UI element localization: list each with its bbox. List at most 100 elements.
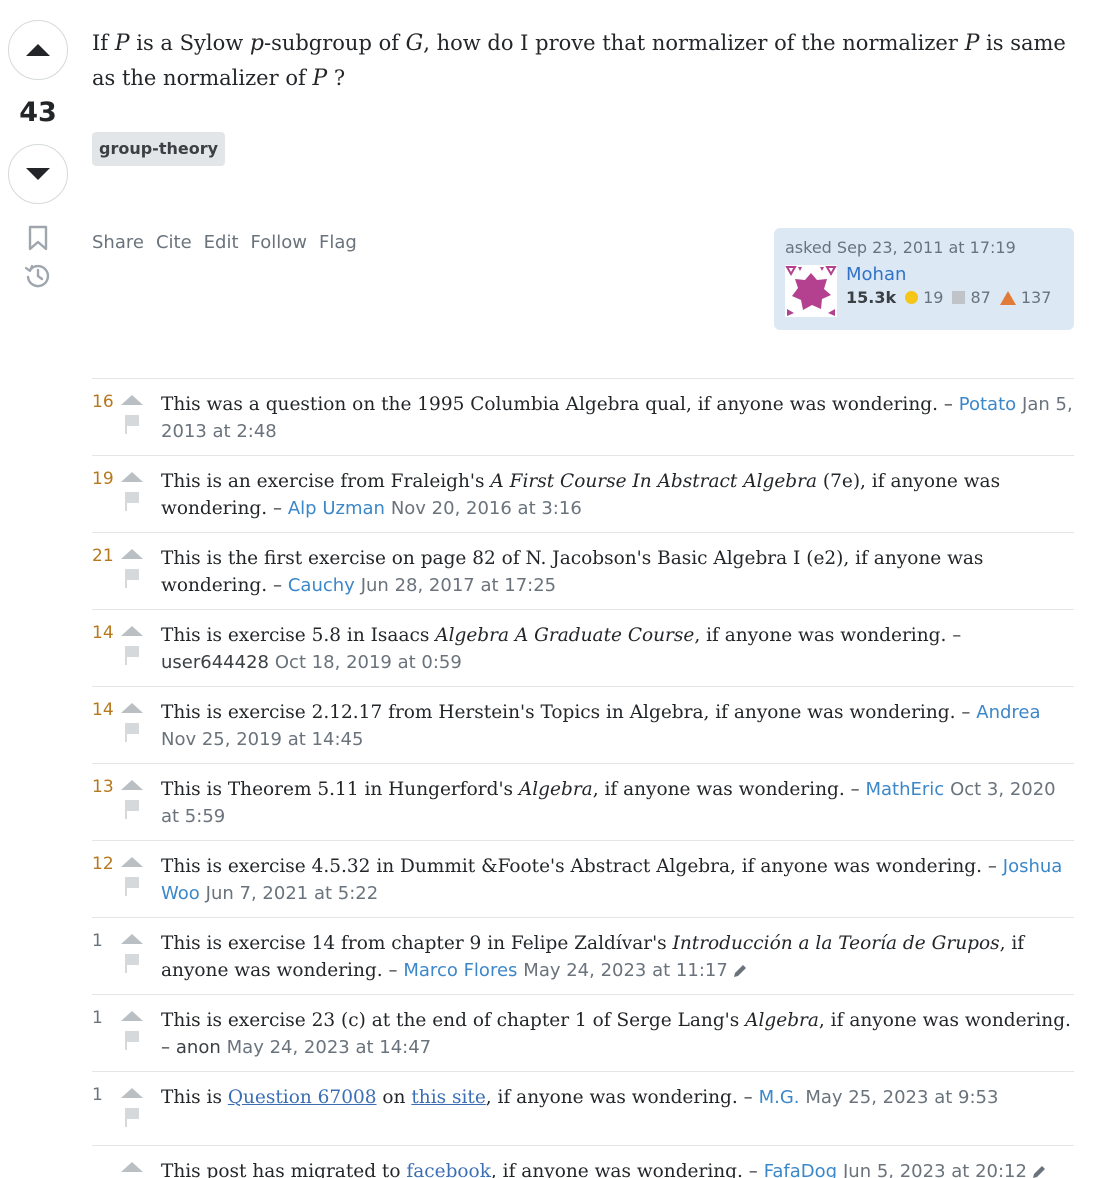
- facebook-link[interactable]: facebook: [406, 1161, 491, 1178]
- comment-body: This is Theorem 5.11 in Hungerford's Alg…: [161, 779, 1056, 827]
- user-reputation: 15.3k 19 87 137: [846, 288, 1051, 307]
- comment-item: 19 This is an exercise from Fraleigh's A…: [92, 456, 1074, 533]
- comment-date[interactable]: Jun 7, 2021 at 5:22: [206, 883, 379, 904]
- flag-icon[interactable]: [123, 568, 141, 588]
- comment-date[interactable]: Oct 18, 2019 at 0:59: [275, 652, 462, 673]
- comment-upvote-icon[interactable]: [120, 471, 144, 483]
- comment-item: 21 This is the first exercise on page 82…: [92, 533, 1074, 610]
- question-body: If P is a Sylow p-subgroup of G, how do …: [92, 26, 1074, 96]
- comment-user[interactable]: Alp Uzman: [288, 498, 385, 519]
- comment-user: anon: [175, 1037, 221, 1058]
- comment-user: user644428: [161, 652, 269, 673]
- bronze-badge-icon: [999, 290, 1016, 305]
- history-icon: [24, 264, 50, 288]
- comment-body: This is exercise 2.12.17 from Herstein's…: [161, 702, 1041, 750]
- flag-icon[interactable]: [123, 953, 141, 973]
- comment-score: 1: [92, 1085, 103, 1105]
- comment-date[interactable]: Nov 25, 2019 at 14:45: [161, 729, 363, 750]
- comment-date[interactable]: May 24, 2023 at 14:47: [227, 1037, 432, 1058]
- comment-user[interactable]: FafaDog: [764, 1161, 837, 1178]
- comment-upvote-icon[interactable]: [120, 1087, 144, 1099]
- comment-upvote-icon[interactable]: [120, 779, 144, 791]
- comment-user[interactable]: Andrea: [976, 702, 1040, 723]
- comment-date[interactable]: Jun 5, 2023 at 20:12: [843, 1161, 1027, 1178]
- comment-body: This is Question 67008 on this site, if …: [161, 1087, 999, 1108]
- comment-score: 14: [92, 700, 114, 720]
- comment-date[interactable]: Nov 20, 2016 at 3:16: [391, 498, 582, 519]
- flag-link[interactable]: Flag: [319, 232, 357, 253]
- flag-icon[interactable]: [123, 876, 141, 896]
- comment-body: This is exercise 14 from chapter 9 in Fe…: [161, 933, 1025, 981]
- comment-upvote-icon[interactable]: [120, 1161, 144, 1173]
- comment-upvote-icon[interactable]: [120, 625, 144, 637]
- share-link[interactable]: Share: [92, 232, 144, 253]
- vote-column: 43: [8, 20, 68, 292]
- comment-upvote-icon[interactable]: [120, 548, 144, 560]
- arrow-up-icon: [26, 44, 50, 56]
- follow-link[interactable]: Follow: [251, 232, 307, 253]
- comment-item: 13 This is Theorem 5.11 in Hungerford's …: [92, 764, 1074, 841]
- comment-date[interactable]: May 25, 2023 at 9:53: [805, 1087, 998, 1108]
- comment-score: 12: [92, 854, 114, 874]
- flag-icon[interactable]: [123, 1030, 141, 1050]
- comment-upvote-icon[interactable]: [120, 702, 144, 714]
- edit-link[interactable]: Edit: [204, 232, 239, 253]
- edited-pencil-icon[interactable]: [1031, 1164, 1047, 1178]
- comment-date[interactable]: May 24, 2023 at 11:17: [523, 960, 728, 981]
- comment-user[interactable]: Potato: [959, 394, 1016, 415]
- comment-date[interactable]: Jun 28, 2017 at 17:25: [361, 575, 556, 596]
- comment-score: 21: [92, 546, 114, 566]
- timeline-button[interactable]: [22, 260, 54, 292]
- flag-icon[interactable]: [123, 414, 141, 434]
- cite-link[interactable]: Cite: [156, 232, 192, 253]
- downvote-button[interactable]: [8, 144, 68, 204]
- comment-score: 19: [92, 469, 114, 489]
- comment-body: This is exercise 5.8 in Isaacs Algebra A…: [161, 625, 962, 673]
- comment-item: 16 This was a question on the 1995 Colum…: [92, 379, 1074, 456]
- comment-text: This is exercise 4.5.32 in Dummit &Foote…: [161, 856, 982, 877]
- bronze-badge-count: 137: [1020, 288, 1052, 307]
- comment-score: [92, 1158, 118, 1178]
- comment-body: This is exercise 4.5.32 in Dummit &Foote…: [161, 856, 1063, 904]
- question-link[interactable]: Question 67008: [228, 1087, 377, 1108]
- upvote-button[interactable]: [8, 20, 68, 80]
- avatar[interactable]: [785, 265, 837, 317]
- reputation-score: 15.3k: [846, 288, 897, 307]
- asked-timestamp[interactable]: asked Sep 23, 2011 at 17:19: [785, 237, 1063, 259]
- comment-user[interactable]: Cauchy: [288, 575, 355, 596]
- flag-icon[interactable]: [123, 1107, 141, 1127]
- comment-item: 1 This is Question 67008 on this site, i…: [92, 1072, 1074, 1146]
- comment-body: This is an exercise from Fraleigh's A Fi…: [161, 471, 1001, 519]
- silver-badge-count: 87: [970, 288, 991, 307]
- comment-item: 12 This is exercise 4.5.32 in Dummit &Fo…: [92, 841, 1074, 918]
- comment-item: 1 This is exercise 23 (c) at the end of …: [92, 995, 1074, 1072]
- comment-score: 1: [92, 931, 103, 951]
- comment-user[interactable]: MathEric: [865, 779, 944, 800]
- comments-list: 16 This was a question on the 1995 Colum…: [92, 378, 1074, 1178]
- comment-user[interactable]: Marco Flores: [403, 960, 517, 981]
- comment-upvote-icon[interactable]: [120, 1010, 144, 1022]
- comment-text: This is exercise 2.12.17 from Herstein's…: [161, 702, 956, 723]
- edited-pencil-icon[interactable]: [732, 963, 748, 979]
- comment-text: This was a question on the 1995 Columbia…: [161, 394, 938, 415]
- flag-icon[interactable]: [123, 722, 141, 742]
- question-text: If P is a Sylow p-subgroup of G, how do …: [92, 31, 1066, 91]
- comment-body: This is exercise 23 (c) at the end of ch…: [161, 1010, 1071, 1058]
- site-link[interactable]: this site: [411, 1087, 485, 1108]
- user-name[interactable]: Mohan: [846, 263, 1051, 287]
- flag-icon[interactable]: [123, 491, 141, 511]
- user-card: asked Sep 23, 2011 at 17:19 Mohan 15.3k …: [774, 228, 1074, 330]
- comment-user[interactable]: M.G.: [759, 1087, 800, 1108]
- flag-icon[interactable]: [123, 799, 141, 819]
- comment-body: This was a question on the 1995 Columbia…: [161, 394, 1073, 442]
- comment-score: 14: [92, 623, 114, 643]
- comment-item: 1 This is exercise 14 from chapter 9 in …: [92, 918, 1074, 995]
- vote-count: 43: [19, 97, 57, 128]
- comment-upvote-icon[interactable]: [120, 933, 144, 945]
- flag-icon[interactable]: [123, 645, 141, 665]
- comment-upvote-icon[interactable]: [120, 394, 144, 406]
- bookmark-button[interactable]: [22, 222, 54, 254]
- comment-upvote-icon[interactable]: [120, 856, 144, 868]
- comment-body: This is the first exercise on page 82 of…: [161, 548, 984, 596]
- tag-group-theory[interactable]: group-theory: [92, 132, 226, 166]
